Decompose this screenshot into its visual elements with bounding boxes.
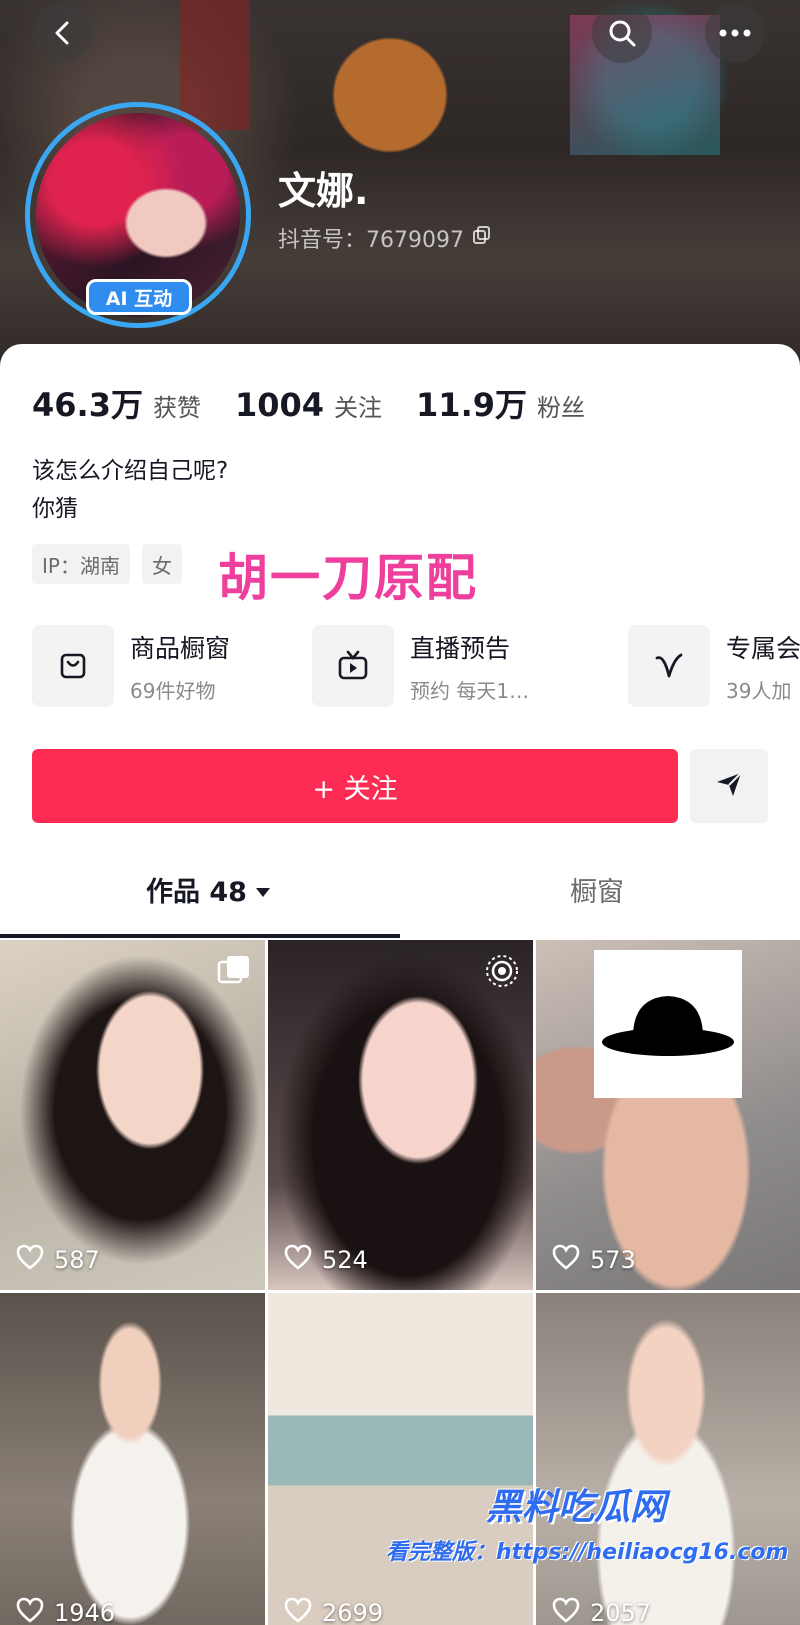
profile-tabs: 作品 48 橱窗 bbox=[0, 860, 800, 940]
feature-subtitle: 预约 每天1… bbox=[410, 678, 530, 703]
copy-icon[interactable] bbox=[472, 225, 492, 251]
like-count: 573 bbox=[552, 1244, 636, 1276]
heart-icon bbox=[552, 1244, 580, 1276]
video-thumbnail[interactable]: 2699 bbox=[268, 1293, 533, 1625]
video-thumbnail[interactable]: 573 bbox=[536, 940, 800, 1290]
following-label[interactable]: 关注 bbox=[334, 388, 382, 423]
likes-count: 46.3万 bbox=[32, 386, 143, 424]
tab-showcase[interactable]: 橱窗 bbox=[570, 870, 624, 909]
tag-gender: 女 bbox=[141, 544, 182, 584]
bio-line-2: 你猜 bbox=[32, 496, 78, 522]
tv-icon bbox=[312, 625, 394, 707]
douyin-id: 抖音号：7679097 bbox=[278, 228, 464, 253]
like-count: 587 bbox=[16, 1244, 100, 1276]
chevron-left-icon bbox=[50, 20, 76, 46]
tab-label: 橱窗 bbox=[570, 877, 624, 908]
shopping-bag-icon bbox=[32, 625, 114, 707]
caret-down-icon[interactable] bbox=[255, 874, 271, 905]
likes-label: 获赞 bbox=[152, 394, 201, 422]
feature-subtitle: 39人加 bbox=[726, 678, 792, 703]
heart-icon bbox=[16, 1597, 44, 1625]
tab-label: 作品 48 bbox=[146, 877, 247, 908]
tags-row: IP：湖南 女 bbox=[32, 544, 182, 584]
heart-icon bbox=[16, 1244, 44, 1276]
heart-icon bbox=[552, 1597, 580, 1625]
video-thumbnail[interactable]: 2057 bbox=[536, 1293, 800, 1625]
tab-underline bbox=[0, 934, 400, 938]
nickname: 文娜. bbox=[278, 169, 369, 213]
ai-interaction-badge[interactable]: AI 互动 bbox=[86, 279, 192, 315]
feature-live-preview[interactable]: 直播预告 预约 每天1… bbox=[312, 625, 529, 707]
tab-works[interactable]: 作品 48 bbox=[146, 870, 271, 909]
feature-title: 专属会 bbox=[726, 633, 800, 663]
like-count-value: 587 bbox=[54, 1246, 100, 1274]
feature-title: 商品橱窗 bbox=[130, 633, 231, 663]
bio-line-1: 该怎么介绍自己呢? bbox=[32, 458, 229, 484]
video-thumbnail[interactable]: 524 bbox=[268, 940, 533, 1290]
stats-row: 46.3万 获赞 1004 关注 11.9万 粉丝 bbox=[32, 380, 619, 426]
heart-icon bbox=[284, 1597, 312, 1625]
more-button[interactable] bbox=[705, 3, 765, 63]
like-count: 2057 bbox=[552, 1597, 651, 1625]
heart-icon bbox=[284, 1244, 312, 1276]
tag-ip: IP：湖南 bbox=[32, 544, 130, 584]
heart-check-icon bbox=[628, 625, 710, 707]
multi-image-icon bbox=[217, 954, 251, 988]
followers-count[interactable]: 11.9万 bbox=[416, 380, 527, 426]
send-icon bbox=[714, 769, 744, 803]
feature-title: 直播预告 bbox=[410, 633, 511, 663]
follow-button[interactable]: + 关注 bbox=[32, 749, 678, 823]
back-button[interactable] bbox=[33, 3, 93, 63]
live-icon bbox=[485, 954, 519, 992]
like-count: 2699 bbox=[284, 1597, 383, 1625]
more-icon bbox=[719, 29, 751, 37]
overlay-caption: 胡一刀原配 bbox=[218, 549, 478, 607]
feature-shop-window[interactable]: 商品橱窗 69件好物 bbox=[32, 625, 230, 707]
like-count-value: 524 bbox=[322, 1246, 368, 1274]
search-icon bbox=[607, 18, 637, 48]
watermark-subtitle: 看完整版：https://heiliaocg16.com bbox=[386, 1540, 789, 1565]
like-count-value: 573 bbox=[590, 1246, 636, 1274]
like-count-value: 2057 bbox=[590, 1599, 652, 1625]
douyin-id-row[interactable]: 抖音号：7679097 bbox=[278, 222, 492, 254]
share-button[interactable] bbox=[690, 749, 768, 823]
feature-fan-club[interactable]: 专属会 39人加 bbox=[628, 625, 800, 707]
following-count[interactable]: 1004 bbox=[235, 386, 324, 424]
video-thumbnail[interactable]: 1946 bbox=[0, 1293, 265, 1625]
features-row: 商品橱窗 69件好物 直播预告 预约 每天1… 专属会 39人加 bbox=[32, 625, 800, 707]
video-thumbnail[interactable]: 587 bbox=[0, 940, 265, 1290]
like-count: 524 bbox=[284, 1244, 368, 1276]
like-count: 1946 bbox=[16, 1597, 115, 1625]
like-count-value: 1946 bbox=[54, 1599, 116, 1625]
like-count-value: 2699 bbox=[322, 1599, 384, 1625]
search-button[interactable] bbox=[592, 3, 652, 63]
followers-label[interactable]: 粉丝 bbox=[537, 388, 585, 423]
feature-subtitle: 69件好物 bbox=[130, 678, 216, 703]
bio: 该怎么介绍自己呢? 你猜 bbox=[32, 452, 228, 528]
hat-sticker bbox=[594, 950, 742, 1098]
watermark-title: 黑料吃瓜网 bbox=[486, 1487, 667, 1528]
watermark: 黑料吃瓜网 看完整版：https://heiliaocg16.com bbox=[386, 1478, 789, 1566]
